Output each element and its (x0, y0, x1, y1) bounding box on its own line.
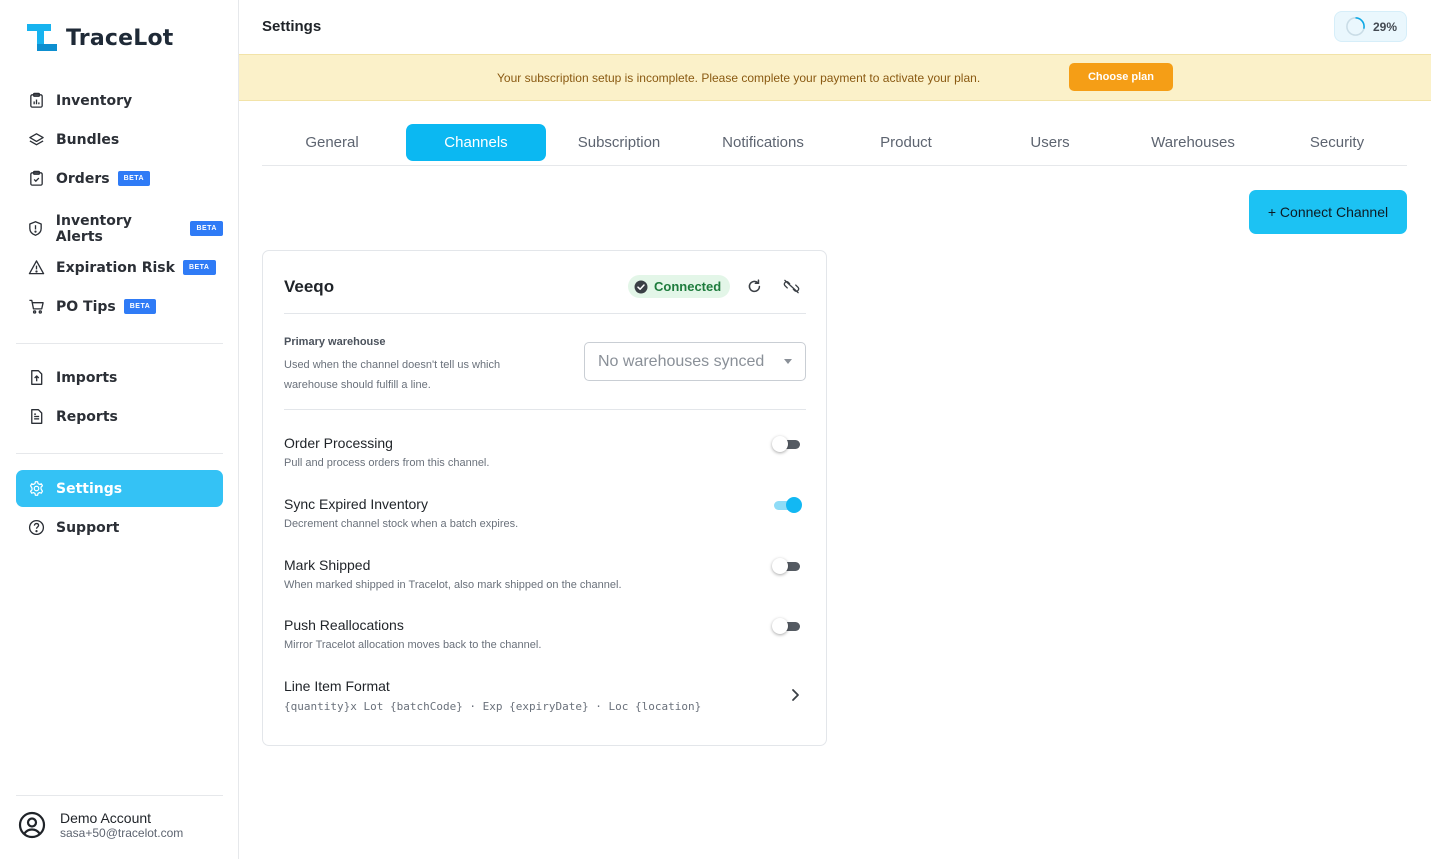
banner-message: Your subscription setup is incomplete. P… (497, 71, 981, 85)
line-item-format-value: {quantity}x Lot {batchCode} · Exp {expir… (284, 700, 702, 713)
sidebar-item-label: Expiration Risk (56, 259, 175, 276)
sidebar-divider (16, 795, 223, 796)
page-title: Settings (262, 18, 322, 35)
tracelot-logo-icon (27, 24, 57, 51)
tab-product[interactable]: Product (836, 124, 976, 161)
tab-security[interactable]: Security (1267, 124, 1407, 161)
refresh-button[interactable] (744, 276, 764, 296)
setup-progress-indicator[interactable]: 29% (1334, 11, 1407, 42)
status-label: Connected (654, 279, 722, 294)
sidebar: TraceLot Inventory Bundles Orders BETA I… (0, 0, 239, 859)
subscription-banner: Your subscription setup is incomplete. P… (239, 54, 1431, 101)
tab-warehouses[interactable]: Warehouses (1123, 124, 1263, 161)
sidebar-item-expiration-risk[interactable]: Expiration Risk BETA (16, 249, 223, 286)
setting-title: Sync Expired Inventory (284, 496, 428, 512)
sidebar-item-bundles[interactable]: Bundles (16, 121, 223, 158)
sidebar-item-reports[interactable]: Reports (16, 398, 223, 435)
setting-description: Decrement channel stock when a batch exp… (284, 518, 519, 530)
beta-badge: BETA (123, 299, 157, 314)
account-email: sasa+50@tracelot.com (60, 826, 184, 840)
cart-icon (27, 298, 45, 316)
gear-icon (27, 480, 45, 498)
sidebar-item-label: Settings (56, 480, 123, 497)
status-badge: Connected (628, 275, 731, 298)
tab-users[interactable]: Users (980, 124, 1120, 161)
sidebar-item-label: Orders (56, 170, 110, 187)
app-logo[interactable]: TraceLot (27, 24, 174, 52)
sidebar-divider (16, 343, 223, 344)
sidebar-item-po-tips[interactable]: PO Tips BETA (16, 288, 223, 325)
primary-warehouse-select[interactable]: No warehouses synced (584, 342, 806, 381)
account-menu[interactable]: Demo Account sasa+50@tracelot.com (18, 810, 183, 840)
setting-title: Mark Shipped (284, 557, 371, 573)
sidebar-item-label: Reports (56, 408, 118, 425)
account-name: Demo Account (60, 810, 152, 826)
sync-expired-inventory-toggle[interactable] (772, 496, 802, 514)
card-divider (284, 409, 806, 410)
tab-channels[interactable]: Channels (406, 124, 546, 161)
setting-title: Order Processing (284, 435, 393, 451)
refresh-icon (748, 278, 760, 292)
connect-channel-button[interactable]: + Connect Channel (1249, 190, 1407, 234)
tab-general[interactable]: General (262, 124, 402, 161)
sidebar-item-label: Support (56, 519, 120, 536)
file-upload-icon (27, 369, 45, 387)
inventory-icon (27, 92, 45, 110)
settings-tabs: General Channels Subscription Notificati… (262, 121, 1407, 166)
sidebar-item-label: Bundles (56, 131, 120, 148)
setting-title: Push Reallocations (284, 617, 404, 633)
beta-badge: BETA (117, 171, 151, 186)
sidebar-item-label: Imports (56, 369, 118, 386)
tab-subscription[interactable]: Subscription (549, 124, 689, 161)
channel-name: Veeqo (284, 277, 335, 296)
sidebar-item-orders[interactable]: Orders BETA (16, 160, 223, 197)
sidebar-item-support[interactable]: Support (16, 509, 223, 546)
primary-warehouse-description: Used when the channel doesn't tell us wh… (284, 359, 501, 391)
user-circle-icon (18, 811, 46, 839)
disconnect-button[interactable] (781, 276, 801, 296)
chevron-right-icon[interactable] (787, 687, 803, 703)
line-item-format-title: Line Item Format (284, 678, 390, 694)
progress-ring-icon (1346, 17, 1365, 36)
tab-notifications[interactable]: Notifications (693, 124, 833, 161)
file-text-icon (27, 408, 45, 426)
sidebar-item-label: Inventory Alerts (55, 212, 132, 245)
caret-down-icon (784, 359, 792, 364)
card-divider (284, 313, 806, 314)
shield-alert-icon (27, 220, 45, 238)
help-circle-icon (27, 519, 45, 537)
sidebar-item-settings[interactable]: Settings (16, 470, 223, 507)
choose-plan-button[interactable]: Choose plan (1069, 63, 1173, 91)
mark-shipped-toggle[interactable] (772, 557, 802, 575)
select-value: No warehouses synced (598, 352, 765, 370)
primary-warehouse-label: Primary warehouse (284, 336, 386, 348)
layers-icon (27, 131, 45, 149)
progress-percent: 29% (1373, 19, 1398, 34)
sidebar-item-label: PO Tips (56, 298, 116, 315)
sidebar-item-label: Inventory (56, 92, 133, 109)
sidebar-item-imports[interactable]: Imports (16, 359, 223, 396)
warning-icon (27, 259, 45, 277)
sidebar-divider (16, 453, 223, 454)
app-name: TraceLot (66, 25, 174, 51)
beta-badge: BETA (182, 260, 216, 275)
check-circle-icon (634, 280, 648, 293)
order-processing-toggle[interactable] (772, 435, 802, 453)
clipboard-icon (27, 170, 45, 188)
setting-description: Pull and process orders from this channe… (284, 457, 490, 469)
setting-description: Mirror Tracelot allocation moves back to… (284, 639, 542, 651)
setting-description: When marked shipped in Tracelot, also ma… (284, 579, 622, 591)
channel-card: Veeqo Connected Primary warehouse Used w… (262, 250, 827, 746)
sidebar-item-inventory[interactable]: Inventory (16, 82, 223, 119)
unlink-icon (783, 279, 799, 293)
beta-badge: BETA (190, 221, 223, 236)
sidebar-item-inventory-alerts[interactable]: Inventory Alerts BETA (16, 210, 223, 247)
push-reallocations-toggle[interactable] (772, 617, 802, 635)
